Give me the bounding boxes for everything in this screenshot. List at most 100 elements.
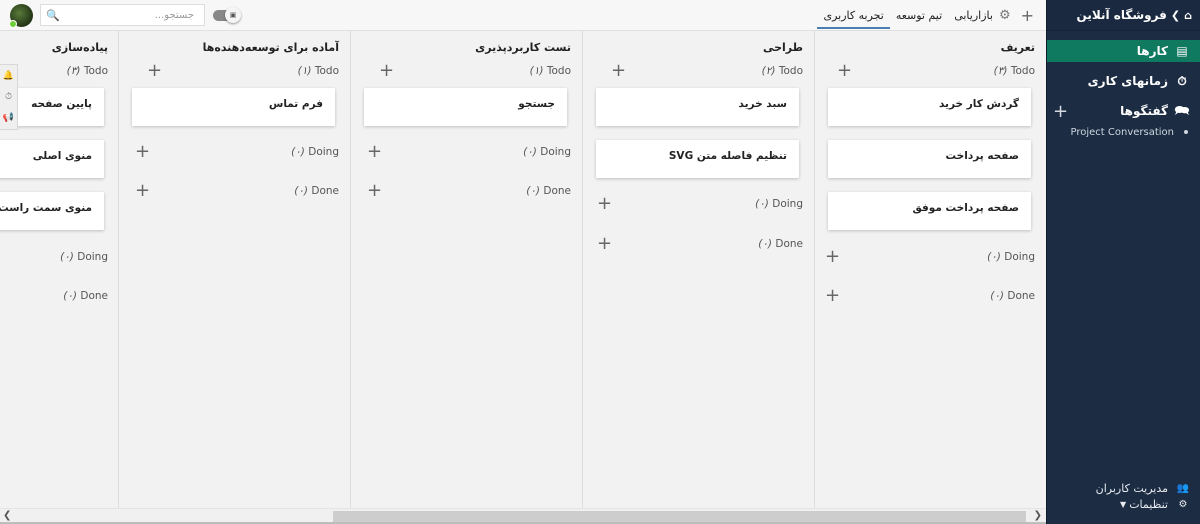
tab-ux[interactable]: تجربه کاربری (817, 0, 891, 31)
add-conversation-button[interactable]: + (1053, 101, 1068, 122)
board-column: طراحی (۲) Todo + سبد خرید تنظیم فاصله مت… (582, 31, 813, 508)
lane-label: (۱) Todo (529, 65, 571, 77)
lane-done: (۰) Done + (825, 287, 1035, 305)
board-column: آماده برای توسعه‌دهنده‌ها (۱) Todo + فرم… (118, 31, 349, 508)
lane-label: (۰) Doing (755, 198, 803, 210)
bell-icon[interactable]: 🔔 (3, 71, 14, 81)
add-card-button[interactable]: + (135, 182, 150, 200)
tab-label: بازاریابی (954, 9, 993, 22)
tab-dev-team[interactable]: تیم توسعه (890, 0, 948, 31)
board-tabs: تجربه کاربری تیم توسعه بازاریابی + ⚙ (817, 0, 1040, 31)
task-card[interactable]: منوی سمت راست (0, 192, 104, 230)
stopwatch-icon[interactable]: ⏱ (5, 92, 12, 102)
lane-todo: (۲) Todo + (593, 62, 803, 80)
lane-todo: (۱) Todo + (129, 62, 339, 80)
app: ⌂ ❯ فروشگاه آنلاین ▤ کارها ⏱ زمانهای کار… (0, 0, 1200, 524)
lane-label: (۰) Doing (523, 146, 571, 158)
home-icon[interactable]: ⌂ (1184, 9, 1192, 22)
avatar[interactable] (9, 4, 33, 28)
add-card-button[interactable]: + (147, 62, 162, 80)
task-card[interactable]: جستجو (364, 88, 567, 126)
sidebar-item-timesheets[interactable]: ⏱ زمانهای کاری (1047, 70, 1200, 92)
lane-label: (۰) Doing (60, 251, 108, 263)
card-title: پایین صفحه (31, 98, 92, 110)
topbar: 🔍 ▣ تجربه کاربری تیم توسعه بازاریابی + ⚙ (0, 0, 1046, 31)
lane-label: (۰) Done (526, 185, 571, 197)
tab-label: تیم توسعه (895, 9, 943, 22)
lane-doing: (۰) Doing + (593, 195, 803, 213)
task-card[interactable]: سبد خرید (596, 88, 799, 126)
scroll-right-icon[interactable]: ❯ (1034, 510, 1042, 521)
card-title: سبد خرید (738, 98, 787, 110)
horizontal-scrollbar[interactable]: ❮ ❯ (0, 508, 1046, 524)
lane-doing: (۰) Doing + (825, 248, 1035, 266)
column-title: تعریف (1000, 41, 1035, 54)
sidebar-item-tasks[interactable]: ▤ کارها (1047, 40, 1200, 62)
task-card[interactable]: صفحه پرداخت موفق (828, 192, 1031, 230)
search-box: 🔍 (40, 4, 205, 26)
add-card-button[interactable]: + (379, 62, 394, 80)
chat-icon: 🗪 (1174, 102, 1190, 117)
chevron-right-icon: ❯ (1170, 8, 1181, 22)
settings-label: تنظیمات (1129, 497, 1168, 511)
lane-label: (۰) Done (294, 185, 339, 197)
add-card-button[interactable]: + (135, 143, 150, 161)
lane-todo: (۱) Todo + (361, 62, 571, 80)
scroll-left-icon[interactable]: ❮ (3, 510, 11, 521)
settings-menu[interactable]: ⚙ تنظیمات ▼ (1047, 496, 1190, 512)
briefcase-icon: ▣ (225, 7, 241, 23)
task-card[interactable]: گردش کار خرید (828, 88, 1031, 126)
users-icon: 👥 (1176, 482, 1190, 494)
search-icon[interactable]: 🔍 (41, 9, 65, 22)
project-header[interactable]: ⌂ ❯ فروشگاه آنلاین (1047, 0, 1200, 31)
scrollbar-thumb[interactable] (333, 511, 1026, 522)
add-card-button[interactable]: + (825, 248, 840, 266)
project-title[interactable]: فروشگاه آنلاین (1077, 8, 1167, 22)
task-card[interactable]: تنظیم فاصله متن SVG (596, 140, 799, 178)
card-title: صفحه پرداخت (945, 150, 1019, 162)
card-title: منوی اصلی (32, 150, 92, 162)
add-board-button[interactable]: + (1021, 6, 1034, 25)
search-input[interactable] (65, 9, 204, 21)
sidebar-bottom: 👥 مدیریت کاربران ⚙ تنظیمات ▼ (1047, 480, 1200, 512)
task-card[interactable]: فرم تماس (132, 88, 335, 126)
chevron-down-icon: ▼ (1120, 499, 1127, 509)
column-title: تست کاربردپذیری (475, 41, 571, 54)
tab-marketing[interactable]: بازاریابی (948, 0, 999, 31)
lane-done: (۰) Done (0, 288, 108, 304)
sidebar-item-conversations[interactable]: 🗪 گفتگوها + (1047, 100, 1200, 122)
lane-todo: (۳) Todo + (825, 62, 1035, 80)
card-title: تنظیم فاصله متن SVG (668, 150, 787, 162)
tab-tools: + ⚙ (999, 6, 1034, 25)
view-toggle[interactable]: ▣ (213, 7, 241, 23)
tasks-icon: ▤ (1176, 44, 1188, 58)
quick-actions: 🔔 ⏱ 📢 (0, 64, 18, 130)
lane-label: (۰) Doing (987, 251, 1035, 263)
lane-label: (۰) Doing (291, 146, 339, 158)
add-card-button[interactable]: + (367, 143, 382, 161)
add-card-button[interactable]: + (597, 235, 612, 253)
add-card-button[interactable]: + (837, 62, 852, 80)
conversation-item[interactable]: Project Conversation (1047, 124, 1200, 140)
task-card[interactable]: منوی اصلی (0, 140, 104, 178)
add-card-button[interactable]: + (825, 287, 840, 305)
lane-label: (۰) Done (758, 238, 803, 250)
add-card-button[interactable]: + (611, 62, 626, 80)
add-card-button[interactable]: + (597, 195, 612, 213)
gear-icon[interactable]: ⚙ (999, 8, 1011, 23)
online-status-icon (9, 20, 17, 28)
column-title: پیاده‌سازی (51, 41, 108, 54)
lane-label: (۲) Todo (761, 65, 803, 77)
board-column: تست کاربردپذیری (۱) Todo + جستجو (۰) Doi… (350, 31, 581, 508)
sidebar: ⌂ ❯ فروشگاه آنلاین ▤ کارها ⏱ زمانهای کار… (1046, 0, 1200, 524)
lane-doing: (۰) Doing (0, 249, 108, 265)
lane-label: (۰) Done (990, 290, 1035, 302)
lane-done: (۰) Done + (361, 182, 571, 200)
user-management-link[interactable]: 👥 مدیریت کاربران (1047, 480, 1190, 496)
megaphone-icon[interactable]: 📢 (3, 113, 14, 123)
lane-label: (۳) Todo (993, 65, 1035, 77)
lane-done: (۰) Done + (593, 235, 803, 253)
task-card[interactable]: صفحه پرداخت (828, 140, 1031, 178)
user-management-label: مدیریت کاربران (1095, 481, 1168, 495)
add-card-button[interactable]: + (367, 182, 382, 200)
